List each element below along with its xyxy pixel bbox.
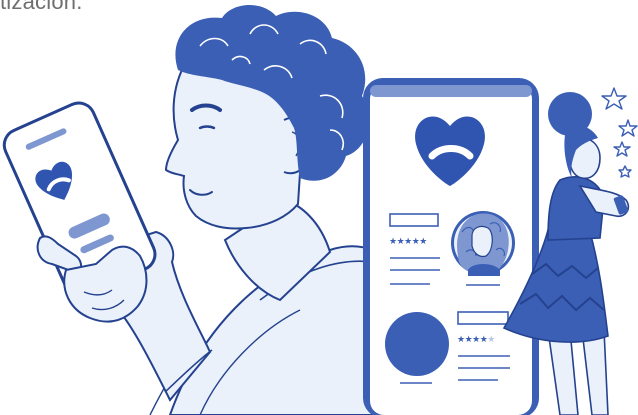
woman-leg-right — [581, 329, 609, 415]
app-phone: ★★★★★ ★★★★★ — [363, 78, 539, 415]
profile-card-2-rating-stars: ★★★★★ — [457, 335, 495, 345]
profile-card-2-rating-filled: ★★★★ — [457, 335, 488, 345]
profile-card-1-rating-stars: ★★★★★ — [389, 237, 427, 247]
sparkle-star-4 — [618, 165, 632, 178]
man-figure — [109, 4, 373, 415]
sparkle-star-1 — [601, 87, 627, 110]
sparkle-star-2 — [618, 119, 638, 137]
profile-card-2-rating-empty: ★ — [487, 335, 495, 345]
sparkle-stars-icon — [601, 87, 638, 178]
illustration-stage: tización. ★★★★★ ★★★★★ — [0, 0, 638, 415]
profile-card-2-avatar — [385, 312, 449, 376]
app-promo-illustration: ★★★★★ ★★★★★ — [2, 4, 638, 415]
app-phone-status-bar — [370, 85, 532, 97]
sparkle-star-3 — [613, 141, 631, 157]
